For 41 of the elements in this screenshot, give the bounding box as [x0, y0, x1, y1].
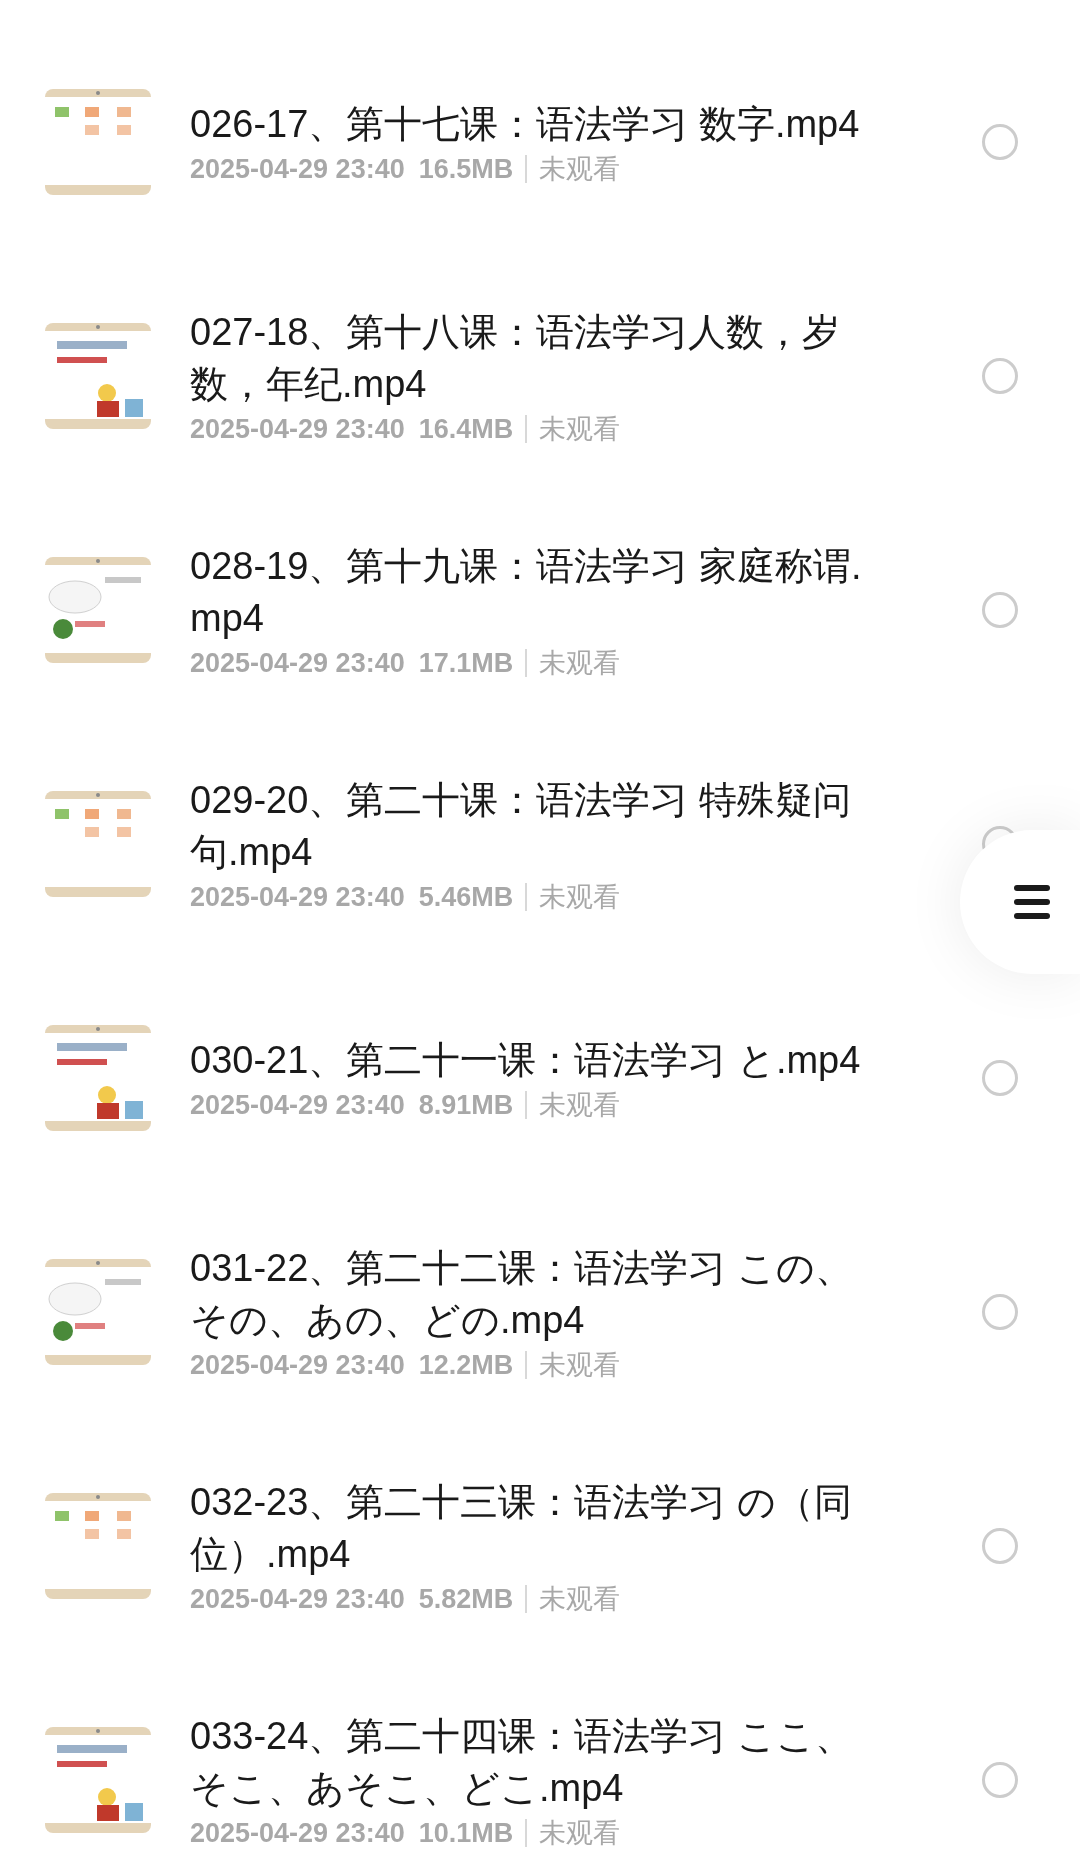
file-size: 16.5MB	[418, 153, 514, 186]
file-size: 16.4MB	[418, 413, 514, 446]
watch-status: 未观看	[539, 153, 621, 186]
menu-icon	[1014, 885, 1050, 919]
file-name: 033-24、第二十四课：语法学习 ここ、そこ、あそこ、どこ.mp4	[190, 1714, 854, 1811]
watch-status: 未观看	[539, 647, 621, 680]
file-name: 029-20、第二十课：语法学习 特殊疑问句.mp4	[190, 778, 852, 875]
file-date: 2025-04-29 23:40	[190, 153, 405, 186]
file-size: 5.46MB	[418, 881, 514, 914]
floating-menu[interactable]	[960, 830, 1080, 974]
select-radio[interactable]	[982, 124, 1018, 160]
select-radio[interactable]	[982, 1294, 1018, 1330]
file-size: 10.1MB	[418, 1817, 514, 1850]
watch-status: 未观看	[539, 413, 621, 446]
file-name: 026-17、第十七课：语法学习 数字.mp4	[190, 102, 861, 147]
file-date: 2025-04-29 23:40	[190, 413, 405, 446]
select-radio[interactable]	[982, 592, 1018, 628]
select-radio[interactable]	[982, 358, 1018, 394]
file-date: 2025-04-29 23:40	[190, 1349, 405, 1382]
select-radio[interactable]	[982, 1762, 1018, 1798]
watch-status: 未观看	[539, 1583, 621, 1616]
file-name: 027-18、第十八课：语法学习人数，岁数，年纪.mp4	[190, 310, 842, 407]
watch-status: 未观看	[539, 1349, 621, 1382]
file-date: 2025-04-29 23:40	[190, 1089, 405, 1122]
file-size: 5.82MB	[418, 1583, 514, 1616]
file-size: 8.91MB	[418, 1089, 514, 1122]
file-name: 032-23、第二十三课：语法学习 の（同位）.mp4	[190, 1480, 853, 1577]
watch-status: 未观看	[539, 1089, 621, 1122]
select-radio[interactable]	[982, 1528, 1018, 1564]
file-name: 030-21、第二十一课：语法学习 と.mp4	[190, 1038, 862, 1083]
select-radio[interactable]	[982, 1060, 1018, 1096]
file-name: 031-22、第二十二课：语法学习 この、その、あの、どの.mp4	[190, 1246, 854, 1343]
watch-status: 未观看	[539, 881, 621, 914]
file-date: 2025-04-29 23:40	[190, 1583, 405, 1616]
file-date: 2025-04-29 23:40	[190, 1817, 405, 1850]
file-date: 2025-04-29 23:40	[190, 881, 405, 914]
file-date: 2025-04-29 23:40	[190, 647, 405, 680]
file-size: 17.1MB	[418, 647, 514, 680]
watch-status: 未观看	[539, 1817, 621, 1850]
file-name: 028-19、第十九课：语法学习 家庭称谓.mp4	[190, 544, 863, 641]
file-size: 12.2MB	[418, 1349, 514, 1382]
